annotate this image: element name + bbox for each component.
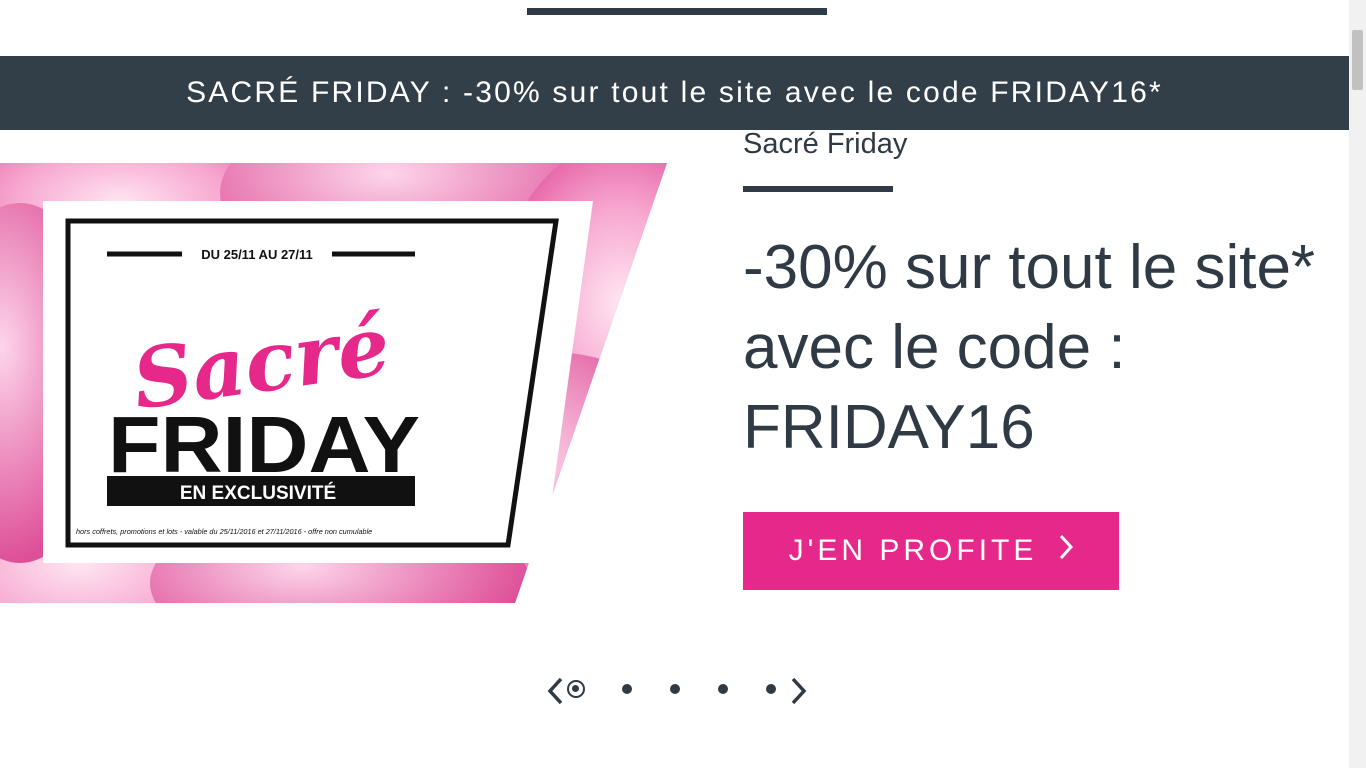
banner-main-title: FRIDAY [108,400,420,489]
carousel-dot-5[interactable] [766,684,776,694]
carousel-navigation [540,672,820,708]
promo-announcement-bar[interactable]: SACRÉ FRIDAY : -30% sur tout le site ave… [0,56,1349,130]
cta-label: J'EN PROFITE [788,534,1038,567]
chevron-right-icon [1059,534,1074,568]
carousel-prev-button[interactable] [542,676,568,706]
top-divider-line [527,8,827,15]
cta-button[interactable]: J'EN PROFITE [743,512,1119,590]
carousel-dot-2[interactable] [622,684,632,694]
banner-badge-text: EN EXCLUSIVITÉ [180,482,336,504]
carousel-next-button[interactable] [786,676,812,706]
page-scrollbar[interactable] [1349,0,1366,768]
banner-fine-print: hors coffrets, promotions et lots - vala… [76,527,372,536]
promo-banner-image[interactable]: DU 25/11 AU 27/11 Sacré FRIDAY EN EXCLUS… [0,163,667,603]
promo-text: SACRÉ FRIDAY : -30% sur tout le site ave… [186,76,1163,109]
chevron-right-icon [789,677,809,709]
carousel-dot-4[interactable] [718,684,728,694]
banner-dates: DU 25/11 AU 27/11 [201,247,313,262]
title-underline [743,186,893,192]
slide-headline: -30% sur tout le site* avec le code : FR… [743,233,1316,462]
slide-title: Sacré Friday [743,128,908,160]
chevron-left-icon [545,677,565,709]
carousel-dot-3[interactable] [670,684,680,694]
scrollbar-thumb[interactable] [1352,30,1363,90]
banner-artwork: DU 25/11 AU 27/11 Sacré FRIDAY EN EXCLUS… [0,163,667,603]
carousel-dot-1[interactable] [567,680,585,698]
